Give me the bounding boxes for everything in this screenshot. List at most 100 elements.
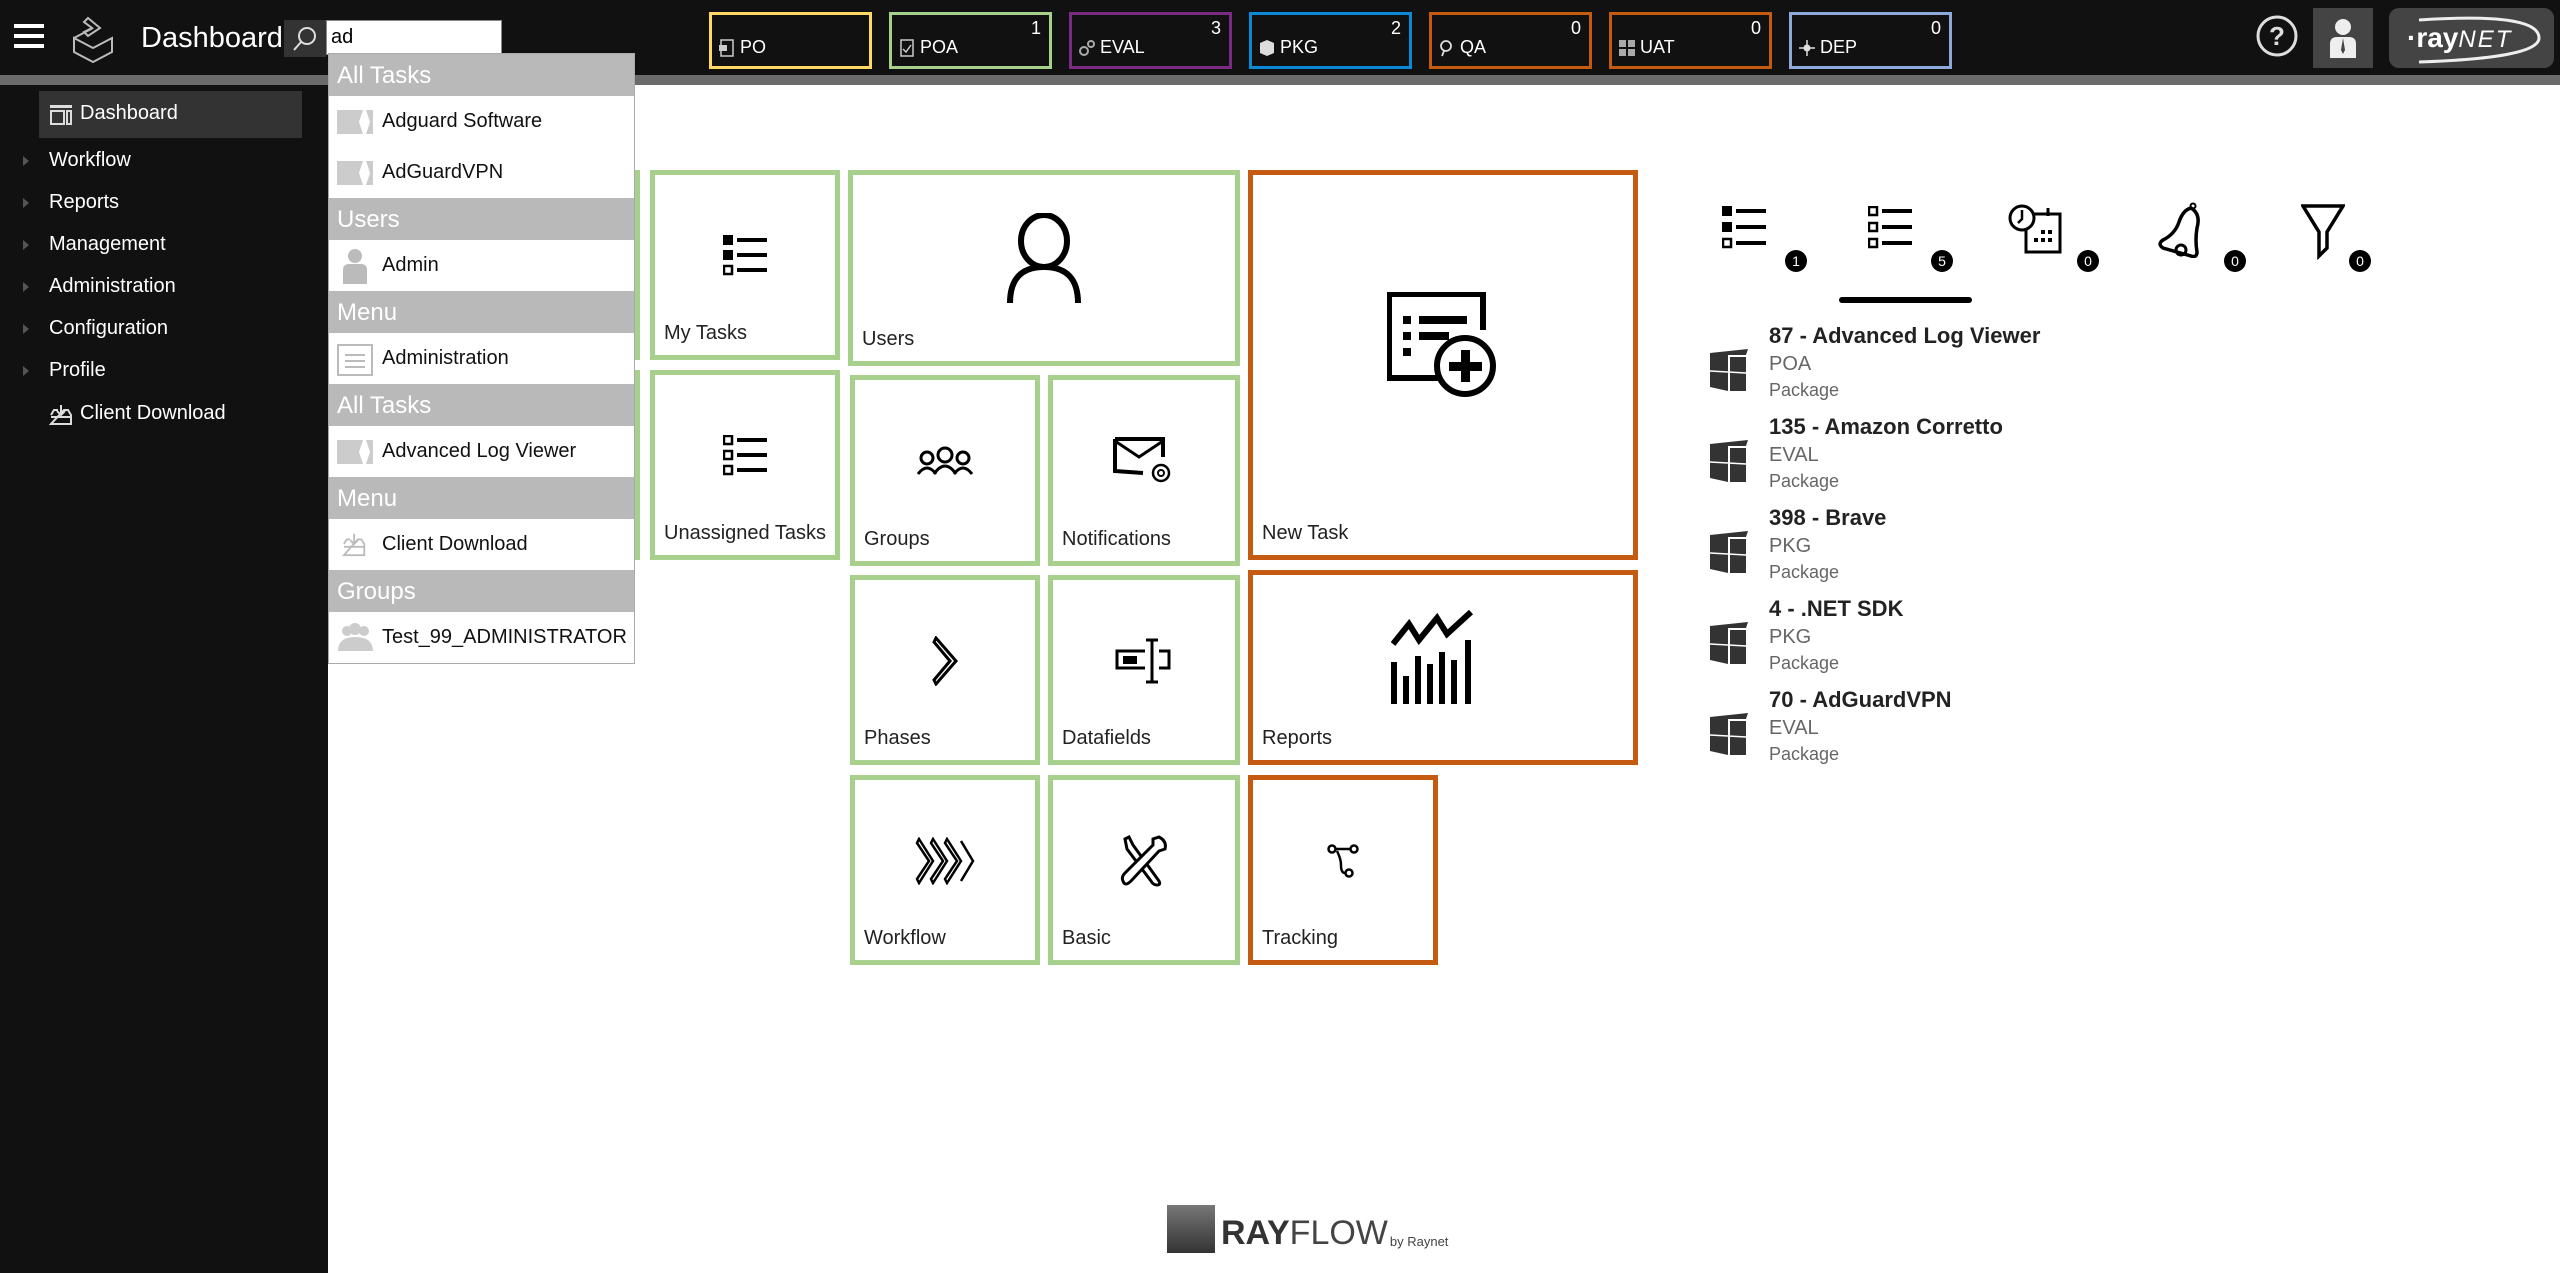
phase-label: QA — [1460, 37, 1487, 57]
phase-poa-button[interactable]: 1 POA — [889, 12, 1052, 69]
phase-uat-button[interactable]: 0 UAT — [1609, 12, 1772, 69]
task-phase: PKG — [1769, 535, 1812, 557]
sidebar-item-administration[interactable]: Administration — [0, 266, 328, 308]
task-title: 87 - Advanced Log Viewer — [1769, 323, 2041, 348]
search-result-item[interactable]: Adguard Software — [329, 96, 634, 147]
search-result-item[interactable]: Test_99_ADMINISTRATOR — [329, 612, 634, 663]
tile-workflow[interactable]: Workflow — [850, 775, 1040, 965]
search-result-item[interactable]: AdGuardVPN — [329, 147, 634, 198]
tab-alerts[interactable]: 0 — [2151, 200, 2271, 300]
tile-notifications[interactable]: Notifications — [1048, 375, 1240, 566]
search-button[interactable] — [284, 20, 326, 57]
help-icon[interactable]: ? — [2255, 14, 2299, 58]
new-task-icon — [1387, 292, 1496, 397]
tile-my-tasks[interactable]: My Tasks — [650, 170, 840, 360]
tile-label: My Tasks — [664, 322, 747, 344]
sidebar-item-configuration[interactable]: Configuration — [0, 308, 328, 350]
package-icon — [1709, 440, 1748, 482]
rayflow-footer-logo: RAYFLOW by Raynet — [1167, 1205, 1448, 1253]
task-list-item[interactable]: 70 - AdGuardVPN EVAL Package — [1700, 687, 2100, 777]
raynet-brand-logo[interactable]: ·rayNET — [2389, 8, 2554, 68]
tile-phases[interactable]: Phases — [850, 575, 1040, 765]
phase-count: 0 — [1930, 18, 1941, 38]
tile-reports[interactable]: Reports — [1248, 570, 1638, 765]
sidebar-item-management[interactable]: Management — [0, 224, 328, 266]
search-input[interactable] — [326, 20, 502, 55]
tab-scheduled[interactable]: 0 — [2004, 200, 2124, 300]
group-icon — [338, 622, 373, 651]
phase-chevron-icon — [932, 636, 958, 686]
phase-label: UAT — [1640, 37, 1675, 57]
phase-pkg-button[interactable]: 2 PKG — [1249, 12, 1412, 69]
task-list-item[interactable]: 87 - Advanced Log Viewer POA Package — [1700, 323, 2100, 413]
hamburger-menu-button[interactable] — [14, 24, 44, 48]
tab-unassigned-tasks[interactable]: 5 — [1858, 200, 1978, 300]
phase-label: PKG — [1280, 37, 1319, 57]
user-profile-button[interactable] — [2313, 8, 2373, 68]
package-icon — [1709, 622, 1748, 664]
sidebar-item-label: Administration — [49, 275, 176, 297]
task-icon — [337, 160, 373, 185]
brand-byline: by Raynet — [1389, 1234, 1449, 1249]
tile-label: Notifications — [1062, 528, 1171, 550]
tile-users[interactable]: Users — [848, 170, 1240, 366]
clock-calendar-icon — [2008, 204, 2062, 254]
download-icon — [341, 533, 366, 556]
phase-count: 2 — [1390, 18, 1401, 38]
task-list-item[interactable]: 4 - .NET SDK PKG Package — [1700, 596, 2100, 686]
phase-eval-button[interactable]: 3 EVAL — [1069, 12, 1232, 69]
user-icon — [2330, 19, 2356, 58]
dashboard-icon — [50, 105, 72, 125]
package-icon — [1709, 531, 1748, 573]
sidebar-item-dashboard[interactable]: Dashboard — [39, 91, 302, 138]
unassigned-task-list-icon — [1868, 206, 1912, 249]
task-phase: PKG — [1769, 626, 1812, 648]
phase-dep-button[interactable]: 0 DEP — [1789, 12, 1952, 69]
result-group-header: All Tasks — [329, 384, 634, 426]
tile-tracking[interactable]: Tracking — [1248, 775, 1438, 965]
tile-label: Groups — [864, 528, 930, 550]
result-label: Test_99_ADMINISTRATOR — [382, 626, 627, 648]
search-result-item[interactable]: Client Download — [329, 519, 634, 570]
filter-funnel-icon — [2301, 204, 2345, 260]
page-title: Dashboard — [141, 22, 283, 54]
sidebar: Dashboard Workflow Reports Management Ad… — [0, 85, 328, 1273]
tab-my-tasks[interactable]: 1 — [1712, 200, 1832, 300]
dep-deploy-icon — [1799, 39, 1815, 56]
result-group-header: Groups — [329, 570, 634, 612]
task-list-item[interactable]: 398 - Brave PKG Package — [1700, 505, 2100, 595]
phase-label: EVAL — [1100, 37, 1145, 57]
task-list-item[interactable]: 135 - Amazon Corretto EVAL Package — [1700, 414, 2100, 504]
uat-checklist-icon — [1619, 39, 1635, 56]
tab-filters[interactable]: 0 — [2297, 200, 2417, 300]
sidebar-item-workflow[interactable]: Workflow — [0, 140, 328, 182]
tile-groups[interactable]: Groups — [850, 375, 1040, 566]
user-outline-icon — [1007, 212, 1081, 303]
phase-count: 0 — [1570, 18, 1581, 38]
sidebar-item-label: Reports — [49, 191, 120, 213]
tile-new-task[interactable]: New Task — [1248, 170, 1638, 560]
tile-label: Basic — [1062, 927, 1111, 949]
phase-qa-button[interactable]: 0 QA — [1429, 12, 1592, 69]
search-result-item[interactable]: Administration — [329, 333, 634, 384]
phase-po-button[interactable]: PO — [709, 12, 872, 69]
sidebar-item-client-download[interactable]: Client Download — [0, 393, 328, 435]
po-icon — [719, 38, 734, 57]
result-group-header: Users — [329, 198, 634, 240]
expand-arrow-icon — [23, 324, 29, 334]
count-badge: 0 — [2224, 250, 2246, 272]
task-type: Package — [1769, 562, 1840, 582]
phase-label: DEP — [1820, 37, 1858, 57]
search-result-item[interactable]: Admin — [329, 240, 634, 291]
menu-icon — [337, 343, 373, 376]
pkg-box-icon — [1260, 39, 1274, 56]
sidebar-item-profile[interactable]: Profile — [0, 350, 328, 392]
task-phase: EVAL — [1769, 717, 1819, 739]
expand-arrow-icon — [23, 156, 29, 166]
tile-basic[interactable]: Basic — [1048, 775, 1240, 965]
sidebar-item-reports[interactable]: Reports — [0, 182, 328, 224]
tile-unassigned-tasks[interactable]: Unassigned Tasks — [650, 370, 840, 560]
result-label: Advanced Log Viewer — [382, 440, 577, 462]
search-result-item[interactable]: Advanced Log Viewer — [329, 426, 634, 477]
tile-datafields[interactable]: Datafields — [1048, 575, 1240, 765]
